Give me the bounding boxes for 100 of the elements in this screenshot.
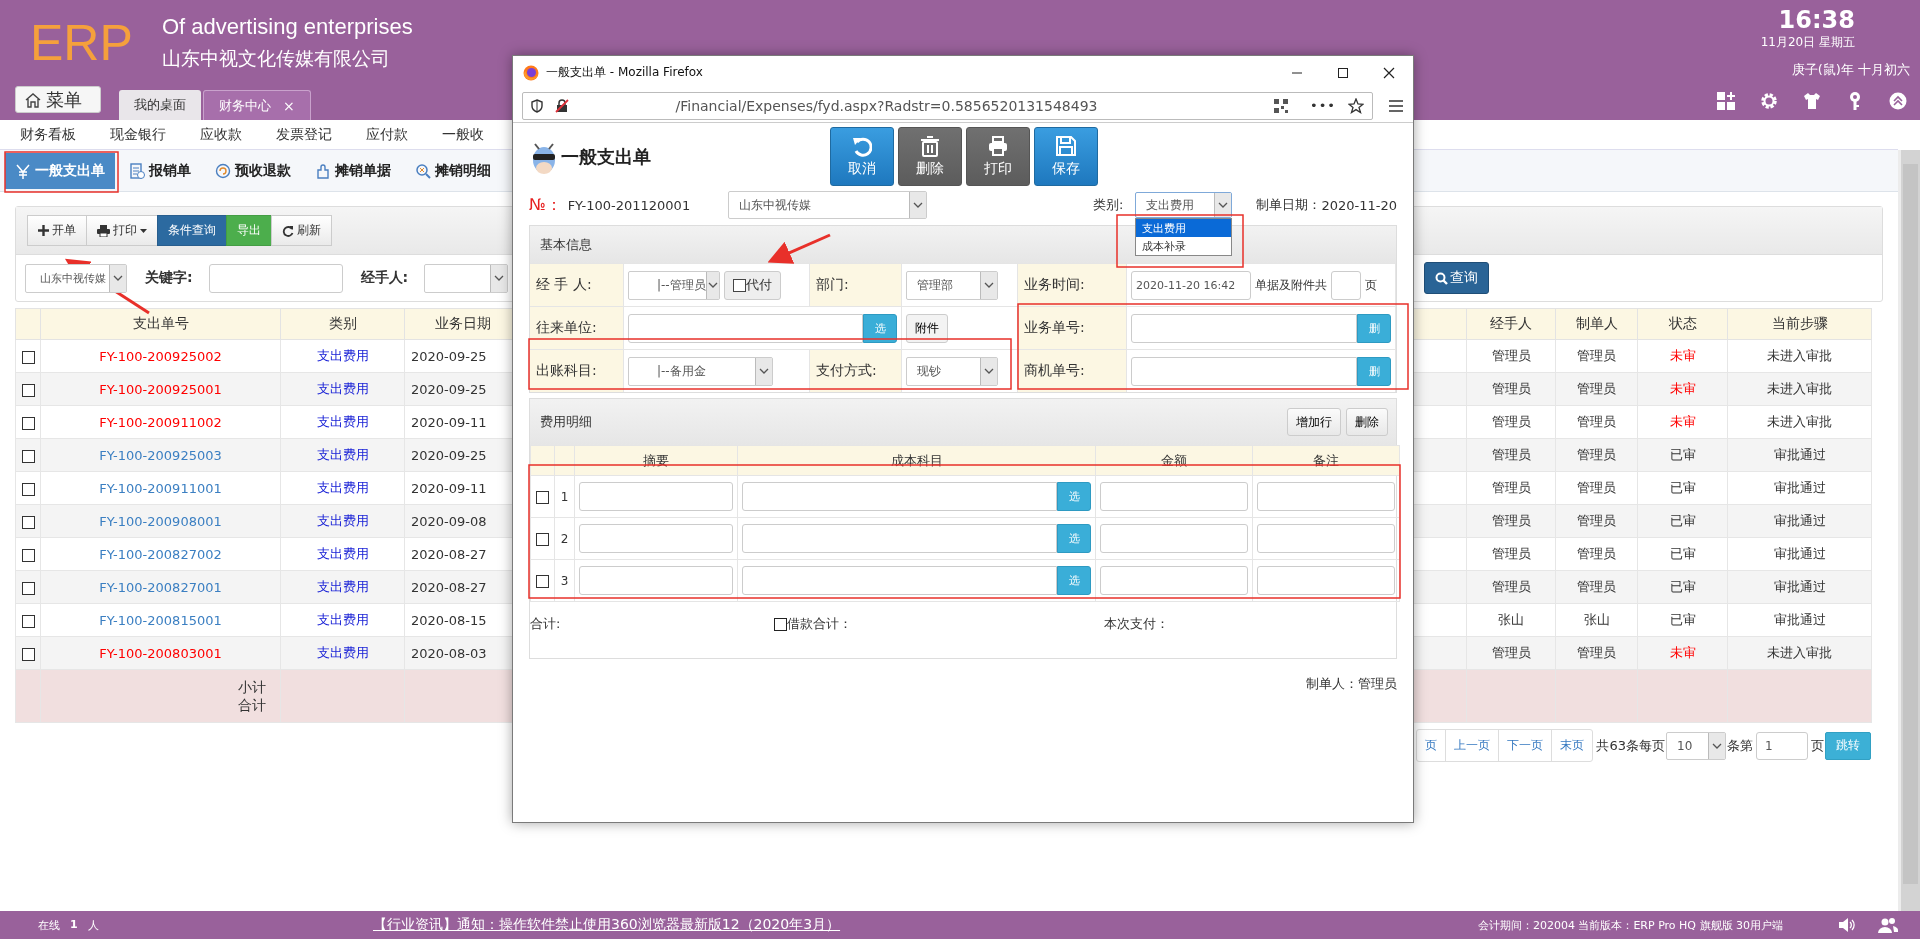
add-row-button[interactable]: 增加行 <box>1287 408 1341 436</box>
company-select[interactable]: 山东中视传媒 <box>728 191 927 219</box>
checkbox[interactable] <box>21 647 35 661</box>
subtab[interactable]: 预收退款 <box>205 152 301 189</box>
checkbox[interactable] <box>21 515 35 529</box>
checkbox[interactable] <box>733 278 746 292</box>
tab[interactable]: 财务中心 × <box>203 90 311 120</box>
checkbox[interactable] <box>774 617 787 631</box>
checkbox[interactable] <box>21 614 35 628</box>
order-number-link[interactable]: FY-100-200925002 <box>40 339 281 373</box>
category-link[interactable]: 支出费用 <box>280 570 405 604</box>
subtab[interactable]: 摊销明细 <box>405 152 501 189</box>
proxy-pay-toggle[interactable]: 代付 <box>724 270 781 300</box>
checkbox[interactable] <box>21 350 35 364</box>
checkbox[interactable] <box>536 533 549 546</box>
handler-select[interactable] <box>424 263 509 293</box>
cost-account-field[interactable] <box>742 566 1057 595</box>
nav-link[interactable]: 一般收 <box>442 125 484 144</box>
checkbox[interactable] <box>21 416 35 430</box>
notice-link[interactable]: 【行业资讯】通知：操作软件禁止使用360浏览器最新版12（2020年3月） <box>373 916 841 934</box>
close-tab-button[interactable]: × <box>283 97 295 114</box>
category-link[interactable]: 支出费用 <box>280 636 405 670</box>
checkbox[interactable] <box>21 383 35 397</box>
checkbox[interactable] <box>536 491 549 504</box>
pagination-link[interactable]: 上一页 <box>1445 730 1499 761</box>
print-button[interactable]: 打印 <box>966 127 1030 186</box>
nav-link[interactable]: 发票登记 <box>276 125 332 144</box>
pagination-link[interactable]: 页 <box>1417 730 1446 761</box>
business-time-field[interactable]: 2020-11-20 16:42 <box>1131 270 1251 300</box>
pagination-link[interactable]: 末页 <box>1551 730 1593 761</box>
pagination-link[interactable]: 下一页 <box>1498 730 1552 761</box>
order-number-link[interactable]: FY-100-200908001 <box>40 504 281 538</box>
business-number-field[interactable] <box>1131 313 1357 343</box>
category-link[interactable]: 支出费用 <box>280 504 405 538</box>
order-number-link[interactable]: FY-100-200911001 <box>40 471 281 505</box>
nav-link[interactable]: 应收款 <box>200 125 242 144</box>
loan-total-toggle[interactable]: 借款合计： <box>774 615 1104 633</box>
dropdown-option[interactable]: 支出费用 <box>1136 219 1232 237</box>
subtab[interactable]: 报销单 <box>119 152 201 189</box>
nav-link[interactable]: 应付款 <box>366 125 408 144</box>
new-order-button[interactable]: 开单 <box>27 215 87 246</box>
search-button[interactable]: 查询 <box>1424 262 1490 294</box>
account-select[interactable]: |--备用金 <box>628 356 773 386</box>
category-link[interactable]: 支出费用 <box>280 438 405 472</box>
subtab[interactable]: 摊销单据 <box>305 152 401 189</box>
category-link[interactable]: 支出费用 <box>280 372 405 406</box>
partner-field[interactable] <box>628 313 863 343</box>
remark-field[interactable] <box>1257 566 1395 595</box>
delete-row-button[interactable]: 删除 <box>1346 408 1388 436</box>
category-link[interactable]: 支出费用 <box>280 339 405 373</box>
cost-account-field[interactable] <box>742 482 1057 511</box>
order-number-link[interactable]: FY-100-200925003 <box>40 438 281 472</box>
address-field[interactable]: /Financial/Expenses/fyd.aspx?Radstr=0.5856520131548493 ••• <box>522 91 1373 120</box>
checkbox[interactable] <box>21 449 35 463</box>
checkbox[interactable] <box>21 548 35 562</box>
summary-field[interactable] <box>579 482 733 511</box>
amount-field[interactable] <box>1100 566 1248 595</box>
refresh-button[interactable]: 刷新 <box>271 215 332 246</box>
print-button[interactable]: 打印 <box>86 215 158 246</box>
dropdown-option[interactable]: 成本补录 <box>1136 237 1232 255</box>
cancel-button[interactable]: 取消 <box>830 127 894 186</box>
order-number-link[interactable]: FY-100-200803001 <box>40 636 281 670</box>
subtab[interactable]: 一般支出单 <box>5 152 115 189</box>
save-button[interactable]: 保存 <box>1034 127 1098 186</box>
page-size-select[interactable]: 10 <box>1666 731 1726 760</box>
amount-field[interactable] <box>1100 482 1248 511</box>
category-link[interactable]: 支出费用 <box>280 537 405 571</box>
nav-link[interactable]: 财务看板 <box>20 125 76 144</box>
checkbox[interactable] <box>21 482 35 496</box>
order-number-link[interactable]: FY-100-200815001 <box>40 603 281 637</box>
delete-button[interactable]: 删除 <box>898 127 962 186</box>
more-menu-button[interactable]: ••• <box>1310 98 1336 113</box>
department-select[interactable]: 管理部 <box>906 270 998 300</box>
category-link[interactable]: 支出费用 <box>280 603 405 637</box>
attachment-count-field[interactable] <box>1331 270 1361 300</box>
menu-button[interactable]: 菜单 <box>15 86 101 113</box>
opportunity-number-field[interactable] <box>1131 356 1357 386</box>
handler-select[interactable]: |--管理员 <box>628 270 720 300</box>
category-link[interactable]: 支出费用 <box>280 405 405 439</box>
keyword-field[interactable] <box>208 263 343 293</box>
summary-field[interactable] <box>579 524 733 553</box>
remark-field[interactable] <box>1257 524 1395 553</box>
nav-link[interactable]: 现金银行 <box>110 125 166 144</box>
order-number-link[interactable]: FY-100-200925001 <box>40 372 281 406</box>
query-button[interactable]: 条件查询 <box>157 215 227 246</box>
category-link[interactable]: 支出费用 <box>280 471 405 505</box>
amount-field[interactable] <box>1100 524 1248 553</box>
page-number-field[interactable]: 1 <box>1756 731 1808 760</box>
order-number-link[interactable]: FY-100-200911002 <box>40 405 281 439</box>
order-number-link[interactable]: FY-100-200827001 <box>40 570 281 604</box>
checkbox[interactable] <box>536 575 549 588</box>
summary-field[interactable] <box>579 566 733 595</box>
tab[interactable]: 我的桌面 <box>119 90 201 120</box>
order-number-link[interactable]: FY-100-200827002 <box>40 537 281 571</box>
payment-method-select[interactable]: 现钞 <box>906 356 998 386</box>
cost-account-field[interactable] <box>742 524 1057 553</box>
remark-field[interactable] <box>1257 482 1395 511</box>
checkbox[interactable] <box>21 581 35 595</box>
category-select[interactable]: 支出费用 <box>1135 192 1233 218</box>
attachment-button[interactable]: 附件 <box>906 313 948 343</box>
